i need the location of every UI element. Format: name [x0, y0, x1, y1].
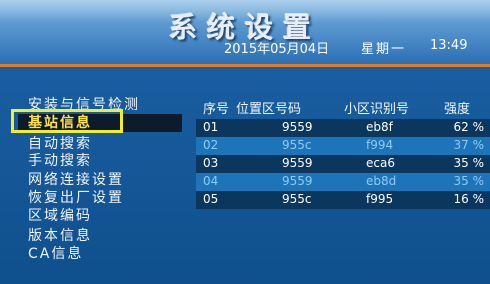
cell-cell-id: f994	[366, 138, 394, 152]
cell-cell-id: eb8d	[366, 174, 397, 188]
table-header: 序号 位置区号码 小区识别号 强度	[196, 98, 490, 117]
header-bar: 系统设置 2015年05月04日 星期一 13:49	[0, 0, 490, 64]
cell-signal-strength: 35 %	[453, 156, 485, 170]
time-text: 13:49	[430, 38, 468, 53]
cell-signal-strength: 62 %	[453, 120, 485, 134]
header-divider	[0, 64, 490, 67]
table-row[interactable]: 01 9559 eb8f 62 %	[196, 119, 490, 137]
table-row[interactable]: 05 955c f995 16 %	[196, 191, 490, 209]
menu-item-region-code[interactable]: 区域编码	[28, 207, 178, 225]
cell-location-area: 955c	[282, 192, 312, 206]
menu-item-manual-search[interactable]: 手动搜索	[28, 152, 178, 170]
cell-no: 01	[203, 120, 219, 134]
cell-cell-id: eca6	[366, 156, 395, 170]
cell-signal-strength: 16 %	[453, 192, 485, 206]
weekday-text: 星期一	[361, 42, 407, 57]
table-row[interactable]: 03 9559 eca6 35 %	[196, 155, 490, 173]
menu-focus-box	[11, 109, 123, 133]
menu-item-factory-reset[interactable]: 恢复出厂设置	[28, 189, 178, 207]
cell-no: 03	[203, 156, 219, 170]
cell-location-area: 9559	[282, 174, 313, 188]
menu-item-ca-info[interactable]: CA信息	[28, 245, 178, 263]
header-cell-id: 小区识别号	[344, 102, 410, 117]
cell-no: 04	[203, 174, 219, 188]
cell-location-area: 955c	[282, 138, 312, 152]
cell-cell-id: f995	[366, 192, 394, 206]
cell-no: 05	[203, 192, 219, 206]
cell-signal-strength: 35 %	[453, 174, 485, 188]
cell-cell-id: eb8f	[366, 120, 393, 134]
date-time-display: 2015年05月04日 星期一 13:49	[224, 38, 480, 57]
header-no: 序号	[203, 102, 230, 117]
cell-no: 02	[203, 138, 219, 152]
menu-item-network-settings[interactable]: 网络连接设置	[28, 171, 178, 189]
header-signal-strength: 强度	[444, 102, 471, 117]
table-row[interactable]: 04 9559 eb8d 35 %	[196, 173, 490, 191]
table-row[interactable]: 02 955c f994 37 %	[196, 137, 490, 155]
cell-location-area: 9559	[282, 120, 313, 134]
menu-item-auto-search[interactable]: 自动搜索	[28, 135, 178, 153]
cell-signal-strength: 37 %	[453, 138, 485, 152]
header-location-area: 位置区号码	[236, 102, 302, 117]
cell-location-area: 9559	[282, 156, 313, 170]
date-text: 2015年05月04日	[224, 42, 330, 57]
menu-item-version-info[interactable]: 版本信息	[28, 227, 178, 245]
